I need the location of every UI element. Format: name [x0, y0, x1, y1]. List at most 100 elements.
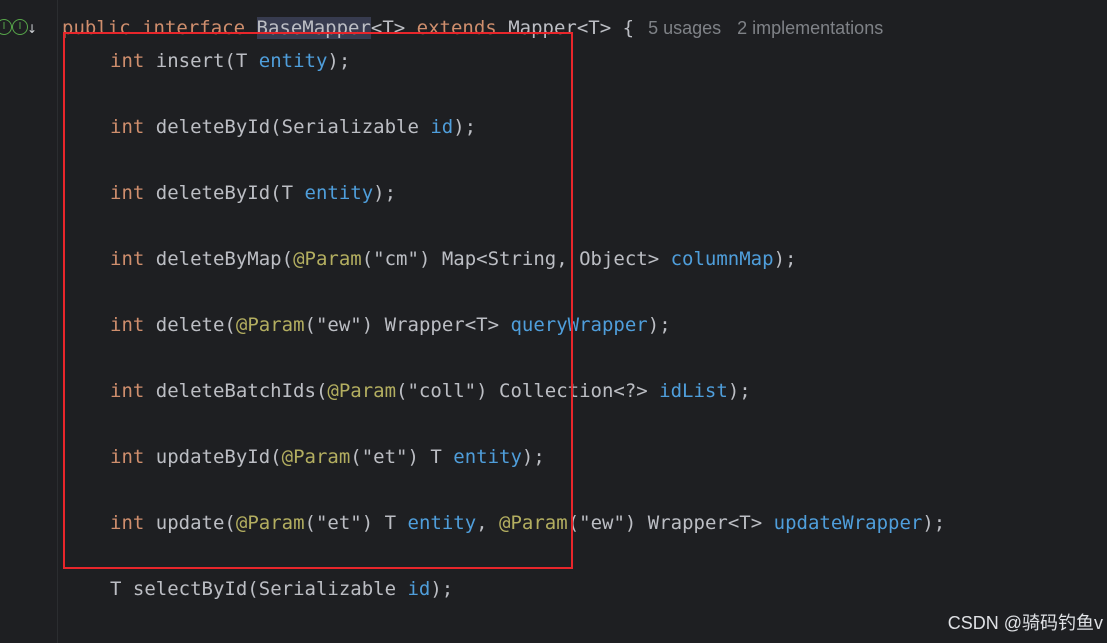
annotation: @Param — [499, 512, 568, 534]
paren: ); — [373, 182, 397, 204]
return-type: int — [110, 116, 145, 138]
annotation: @Param — [293, 248, 362, 270]
string-literal: "ew" — [315, 314, 362, 336]
keyword: interface — [142, 17, 246, 39]
return-type: int — [110, 314, 145, 336]
paren: ) — [624, 512, 648, 534]
implemented-interface-icon[interactable]: I — [0, 19, 12, 35]
paren: ( — [304, 512, 316, 534]
editor-gutter: I I ↓ — [0, 0, 58, 643]
paren: ); — [327, 50, 351, 72]
paren: ( — [270, 116, 282, 138]
method-name[interactable]: deleteById — [156, 182, 270, 204]
paren: ( — [396, 380, 408, 402]
param-name: columnMap — [670, 248, 774, 270]
method-line: int delete(@Param("ew") Wrapper<T> query… — [110, 310, 671, 340]
down-arrow-icon[interactable]: ↓ — [27, 22, 37, 36]
paren: ); — [922, 512, 946, 534]
method-name[interactable]: deleteBatchIds — [156, 380, 316, 402]
param-type: T — [384, 512, 408, 534]
paren: ); — [647, 314, 671, 336]
string-literal: "cm" — [373, 248, 419, 270]
paren: ( — [224, 314, 236, 336]
paren: ) — [476, 380, 500, 402]
param-type: Wrapper<T> — [384, 314, 511, 336]
interface-declaration-line: public interface BaseMapper<T> extends M… — [62, 13, 883, 43]
parent-interface[interactable]: Mapper<T> — [508, 17, 611, 39]
generic-param: <T> — [370, 17, 406, 39]
paren: ); — [773, 248, 797, 270]
keyword: public — [62, 17, 131, 39]
paren: ( — [315, 380, 328, 402]
method-name[interactable]: deleteByMap — [156, 248, 282, 270]
return-type: int — [110, 50, 145, 72]
method-line: int deleteById(T entity); — [110, 178, 396, 208]
method-line: int deleteById(Serializable id); — [110, 112, 476, 142]
implementations-hint[interactable]: 2 implementations — [737, 18, 883, 38]
return-type: int — [110, 446, 145, 468]
paren: ( — [270, 446, 282, 468]
param-type: Serializable — [258, 578, 408, 600]
paren: ); — [521, 446, 545, 468]
paren: ) — [418, 248, 442, 270]
string-literal: "et" — [361, 446, 408, 468]
paren: ( — [247, 578, 259, 600]
separator: , — [476, 512, 500, 534]
annotation: @Param — [235, 314, 305, 336]
paren: ); — [727, 380, 751, 402]
method-name[interactable]: updateById — [156, 446, 270, 468]
return-type: int — [110, 248, 145, 270]
annotation: @Param — [281, 446, 351, 468]
method-line: int insert(T entity); — [110, 46, 350, 76]
method-name[interactable]: delete — [156, 314, 225, 336]
method-name[interactable]: selectById — [133, 578, 247, 600]
paren: ) — [361, 314, 385, 336]
paren: ( — [224, 50, 236, 72]
method-line: int updateById(@Param("et") T entity); — [110, 442, 545, 472]
return-type: int — [110, 380, 145, 402]
param-name: id — [407, 578, 431, 600]
paren: ) — [407, 446, 431, 468]
method-line: T selectById(Serializable id); — [110, 574, 453, 604]
param-name: entity — [407, 512, 477, 534]
param-name: idList — [659, 380, 728, 402]
paren: ( — [224, 512, 236, 534]
return-type: int — [110, 182, 145, 204]
watermark: CSDN @骑码钓鱼v — [947, 613, 1103, 633]
interface-name[interactable]: BaseMapper — [256, 17, 371, 39]
paren: ( — [567, 512, 580, 534]
paren: ( — [350, 446, 362, 468]
param-type: Serializable — [281, 116, 431, 138]
method-name[interactable]: insert — [156, 50, 225, 72]
string-literal: "coll" — [407, 380, 477, 402]
param-type: T — [430, 446, 454, 468]
param-name: entity — [258, 50, 328, 72]
annotation: @Param — [327, 380, 397, 402]
method-line: int deleteByMap(@Param("cm") Map<String,… — [110, 244, 796, 274]
param-name: queryWrapper — [510, 314, 648, 336]
string-literal: "ew" — [579, 512, 625, 534]
paren: ); — [453, 116, 477, 138]
keyword: extends — [416, 17, 497, 39]
param-type: Wrapper<T> — [647, 512, 774, 534]
usages-hint[interactable]: 5 usages — [648, 18, 721, 38]
brace: { — [622, 17, 635, 39]
param-name: entity — [453, 446, 522, 468]
return-type: int — [110, 512, 145, 534]
interface-icon[interactable]: I — [12, 19, 28, 35]
method-name[interactable]: deleteById — [156, 116, 270, 138]
string-literal: "et" — [315, 512, 362, 534]
paren: ); — [430, 578, 454, 600]
param-name: entity — [304, 182, 374, 204]
paren: ) — [361, 512, 385, 534]
param-type: T — [281, 182, 305, 204]
paren: ( — [270, 182, 282, 204]
paren: ( — [361, 248, 374, 270]
paren: ( — [304, 314, 316, 336]
param-name: id — [430, 116, 454, 138]
param-type: Map<String, Object> — [441, 248, 671, 270]
method-name[interactable]: update — [156, 512, 225, 534]
param-type: Collection<?> — [499, 380, 660, 402]
annotation: @Param — [235, 512, 305, 534]
method-line: int update(@Param("et") T entity, @Param… — [110, 508, 945, 538]
